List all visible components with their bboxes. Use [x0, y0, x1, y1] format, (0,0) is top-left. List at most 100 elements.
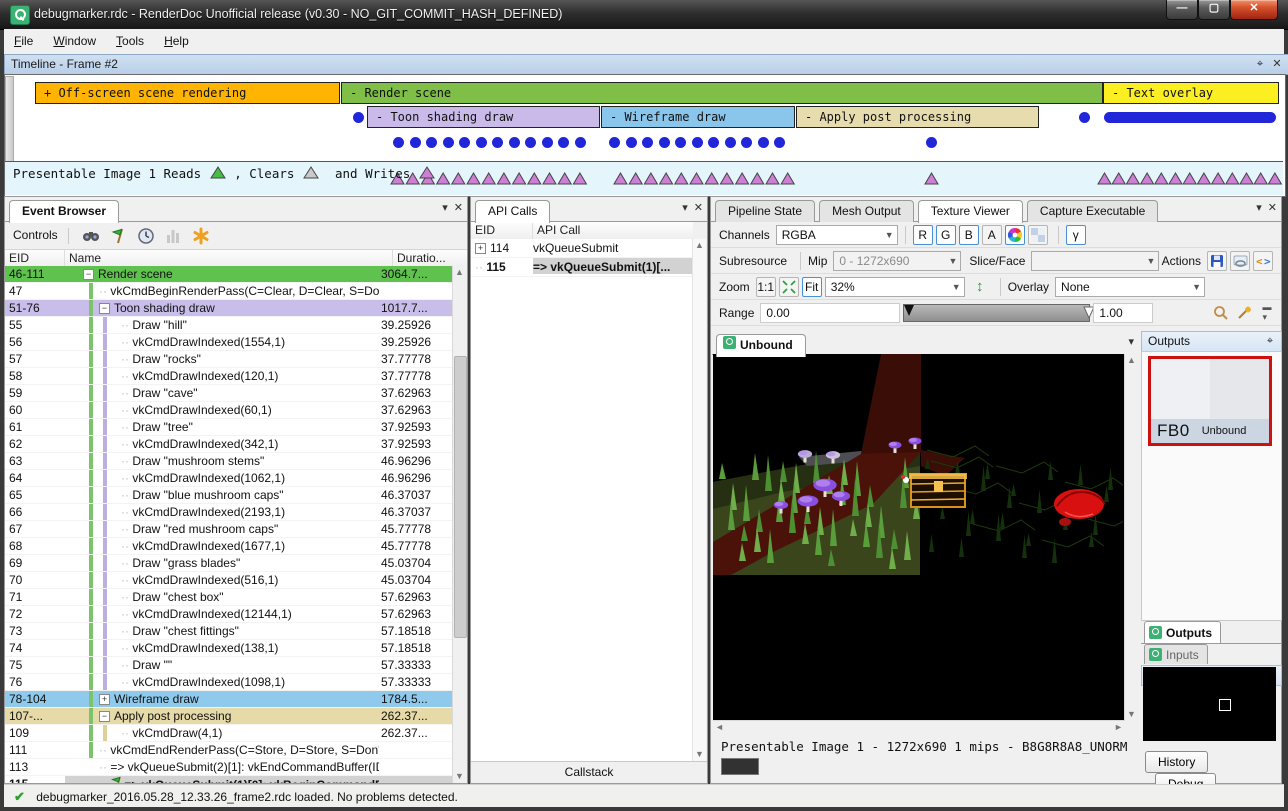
event-dot[interactable]: [443, 137, 454, 148]
event-row[interactable]: 72·· vkCmdDrawIndexed(12144,1)57.62963: [5, 606, 453, 623]
close-icon[interactable]: ✕: [1268, 202, 1277, 214]
event-row[interactable]: 70·· vkCmdDrawIndexed(516,1)45.03704: [5, 572, 453, 589]
event-row[interactable]: 51-76−Toon shading draw1017.7...: [5, 300, 453, 317]
texture-hscrollbar[interactable]: ◄ ►: [713, 720, 1125, 735]
event-dot[interactable]: [426, 137, 437, 148]
menu-file[interactable]: File: [4, 29, 43, 52]
event-row[interactable]: 62·· vkCmdDrawIndexed(342,1)37.92593: [5, 436, 453, 453]
pin-icon[interactable]: ⌖: [1253, 57, 1267, 71]
range-min-input[interactable]: 0.00: [760, 303, 900, 323]
event-row[interactable]: 115·· => vkQueueSubmit(1)[0]: vkBeginCom…: [5, 776, 453, 783]
overflow-icon[interactable]: ▬▾: [1257, 303, 1277, 323]
event-row[interactable]: 74·· vkCmdDrawIndexed(138,1)57.18518: [5, 640, 453, 657]
tab-inputs[interactable]: Inputs: [1144, 644, 1208, 664]
event-dot[interactable]: [774, 137, 785, 148]
scroll-thumb[interactable]: [454, 356, 467, 638]
code-icon[interactable]: <>: [1253, 251, 1273, 271]
event-row[interactable]: 60·· vkCmdDrawIndexed(60,1)37.62963: [5, 402, 453, 419]
event-row[interactable]: 78-104+Wireframe draw1784.5...: [5, 691, 453, 708]
event-row[interactable]: 71·· Draw "chest box"57.62963: [5, 589, 453, 606]
event-dot[interactable]: [542, 137, 553, 148]
expander-icon[interactable]: −: [83, 269, 94, 280]
event-dot[interactable]: [476, 137, 487, 148]
close-icon[interactable]: ✕: [1270, 57, 1284, 71]
maximize-button[interactable]: ▢: [1198, 0, 1230, 20]
timeline-bar[interactable]: - Text overlay: [1103, 82, 1279, 104]
callstack-section[interactable]: Callstack: [471, 761, 707, 783]
event-row[interactable]: 109·· vkCmdDraw(4,1)262.37...: [5, 725, 453, 742]
channels-select[interactable]: RGBA▼: [776, 225, 898, 245]
timeline-bar[interactable]: - Toon shading draw: [367, 106, 600, 128]
tab-capture-executable[interactable]: Capture Executable: [1027, 200, 1158, 222]
texture-vscrollbar[interactable]: ▲ ▼: [1124, 354, 1138, 721]
checkerboard-icon[interactable]: [1028, 225, 1048, 245]
framebuffer-thumbnail[interactable]: FB0 Unbound: [1148, 356, 1272, 446]
event-dot[interactable]: [659, 137, 670, 148]
event-row[interactable]: 63·· Draw "mushroom stems"46.96296: [5, 453, 453, 470]
clock-icon[interactable]: [136, 226, 156, 246]
timeline-bar[interactable]: + Off-screen scene rendering: [35, 82, 340, 104]
timeline-bar[interactable]: - Render scene: [341, 82, 1103, 104]
wand-icon[interactable]: [1234, 303, 1254, 323]
event-dot[interactable]: [1079, 112, 1090, 123]
mip-select[interactable]: 0 - 1272x690▼: [833, 251, 961, 271]
event-row[interactable]: 59·· Draw "cave"37.62963: [5, 385, 453, 402]
menu-help[interactable]: Help: [154, 29, 199, 52]
binoculars-icon[interactable]: [81, 226, 101, 246]
timeline-bar[interactable]: - Wireframe draw: [601, 106, 795, 128]
zoom-select[interactable]: 32%▼: [825, 277, 965, 297]
event-span-pill[interactable]: [1104, 112, 1276, 123]
event-dot[interactable]: [626, 137, 637, 148]
fit-button[interactable]: Fit: [802, 277, 822, 297]
pin-icon[interactable]: ⌖: [1263, 334, 1277, 348]
channel-a-toggle[interactable]: A: [982, 225, 1002, 245]
magnifier-icon[interactable]: [1211, 303, 1231, 323]
event-row[interactable]: 111·· vkCmdEndRenderPass(C=Store, D=Stor…: [5, 742, 453, 759]
event-row[interactable]: 68·· vkCmdDrawIndexed(1677,1)45.77778: [5, 538, 453, 555]
channel-b-toggle[interactable]: B: [959, 225, 979, 245]
expander-icon[interactable]: −: [99, 303, 110, 314]
timeline-bar[interactable]: - Apply post processing: [796, 106, 1039, 128]
event-row[interactable]: 107-...−Apply post processing262.37...: [5, 708, 453, 725]
color-wheel-icon[interactable]: [1005, 225, 1025, 245]
event-dot[interactable]: [393, 137, 404, 148]
scroll-left-icon[interactable]: ◄: [713, 721, 726, 734]
tab-outputs[interactable]: Outputs: [1144, 621, 1221, 643]
scroll-down-icon[interactable]: ▼: [693, 748, 706, 761]
flip-y-icon[interactable]: ↕: [970, 277, 990, 297]
menu-window[interactable]: Window: [43, 29, 106, 52]
event-dot[interactable]: [525, 137, 536, 148]
event-row[interactable]: 66·· vkCmdDrawIndexed(2193,1)46.37037: [5, 504, 453, 521]
range-slider[interactable]: [903, 304, 1090, 322]
event-dot[interactable]: [926, 137, 937, 148]
channel-g-toggle[interactable]: G: [936, 225, 956, 245]
channel-r-toggle[interactable]: R: [913, 225, 933, 245]
zoom-1to1-button[interactable]: 1:1: [756, 277, 776, 297]
chevron-down-icon[interactable]: ▾: [442, 202, 448, 214]
event-row[interactable]: 57·· Draw "rocks"37.77778: [5, 351, 453, 368]
event-row[interactable]: 65·· Draw "blue mushroom caps"46.37037: [5, 487, 453, 504]
title-bar[interactable]: debugmarker.rdc - RenderDoc Unofficial r…: [0, 0, 1288, 30]
event-row[interactable]: 76·· vkCmdDrawIndexed(1098,1)57.33333: [5, 674, 453, 691]
expander-icon[interactable]: +: [475, 243, 486, 254]
pixel-context-view[interactable]: [1143, 667, 1276, 741]
overlay-select[interactable]: None▼: [1055, 277, 1205, 297]
event-row[interactable]: 73·· Draw "chest fittings"57.18518: [5, 623, 453, 640]
event-row[interactable]: 56·· vkCmdDrawIndexed(1554,1)39.25926: [5, 334, 453, 351]
event-dot[interactable]: [410, 137, 421, 148]
link-icon[interactable]: [1230, 251, 1250, 271]
texture-viewport[interactable]: [713, 354, 1125, 721]
event-row[interactable]: 64·· vkCmdDrawIndexed(1062,1)46.96296: [5, 470, 453, 487]
event-row[interactable]: 75·· Draw ""57.33333: [5, 657, 453, 674]
menu-tools[interactable]: Tools: [106, 29, 154, 52]
expander-icon[interactable]: −: [99, 711, 110, 722]
event-browser-scrollbar[interactable]: ▲ ▼: [452, 266, 467, 783]
history-button[interactable]: History: [1145, 751, 1208, 773]
event-dot[interactable]: [725, 137, 736, 148]
event-row[interactable]: 47·· vkCmdBeginRenderPass(C=Clear, D=Cle…: [5, 283, 453, 300]
event-row[interactable]: 46-111−Render scene3064.7...: [5, 266, 453, 283]
timeline-panel-header[interactable]: Timeline - Frame #2 ⌖ ✕: [4, 54, 1288, 75]
event-row[interactable]: 55·· Draw "hill"39.25926: [5, 317, 453, 334]
expander-icon[interactable]: +: [99, 694, 110, 705]
event-dot[interactable]: [509, 137, 520, 148]
